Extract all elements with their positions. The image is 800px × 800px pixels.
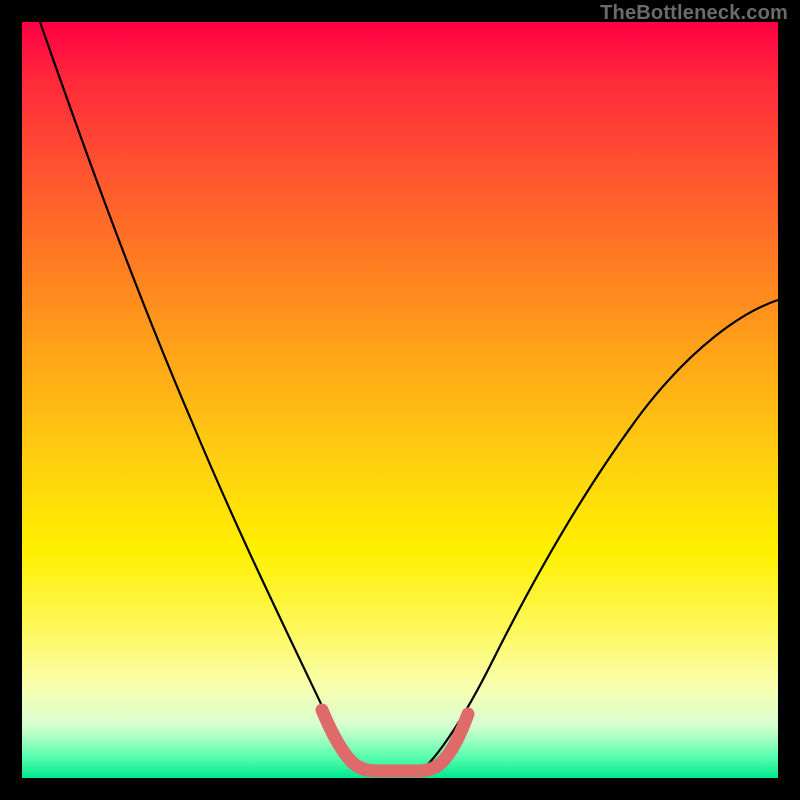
right-curve <box>422 300 778 770</box>
curve-layer <box>22 22 778 778</box>
chart-frame: TheBottleneck.com <box>0 0 800 800</box>
plot-area <box>22 22 778 778</box>
left-curve <box>40 22 360 770</box>
watermark-text: TheBottleneck.com <box>600 2 788 25</box>
